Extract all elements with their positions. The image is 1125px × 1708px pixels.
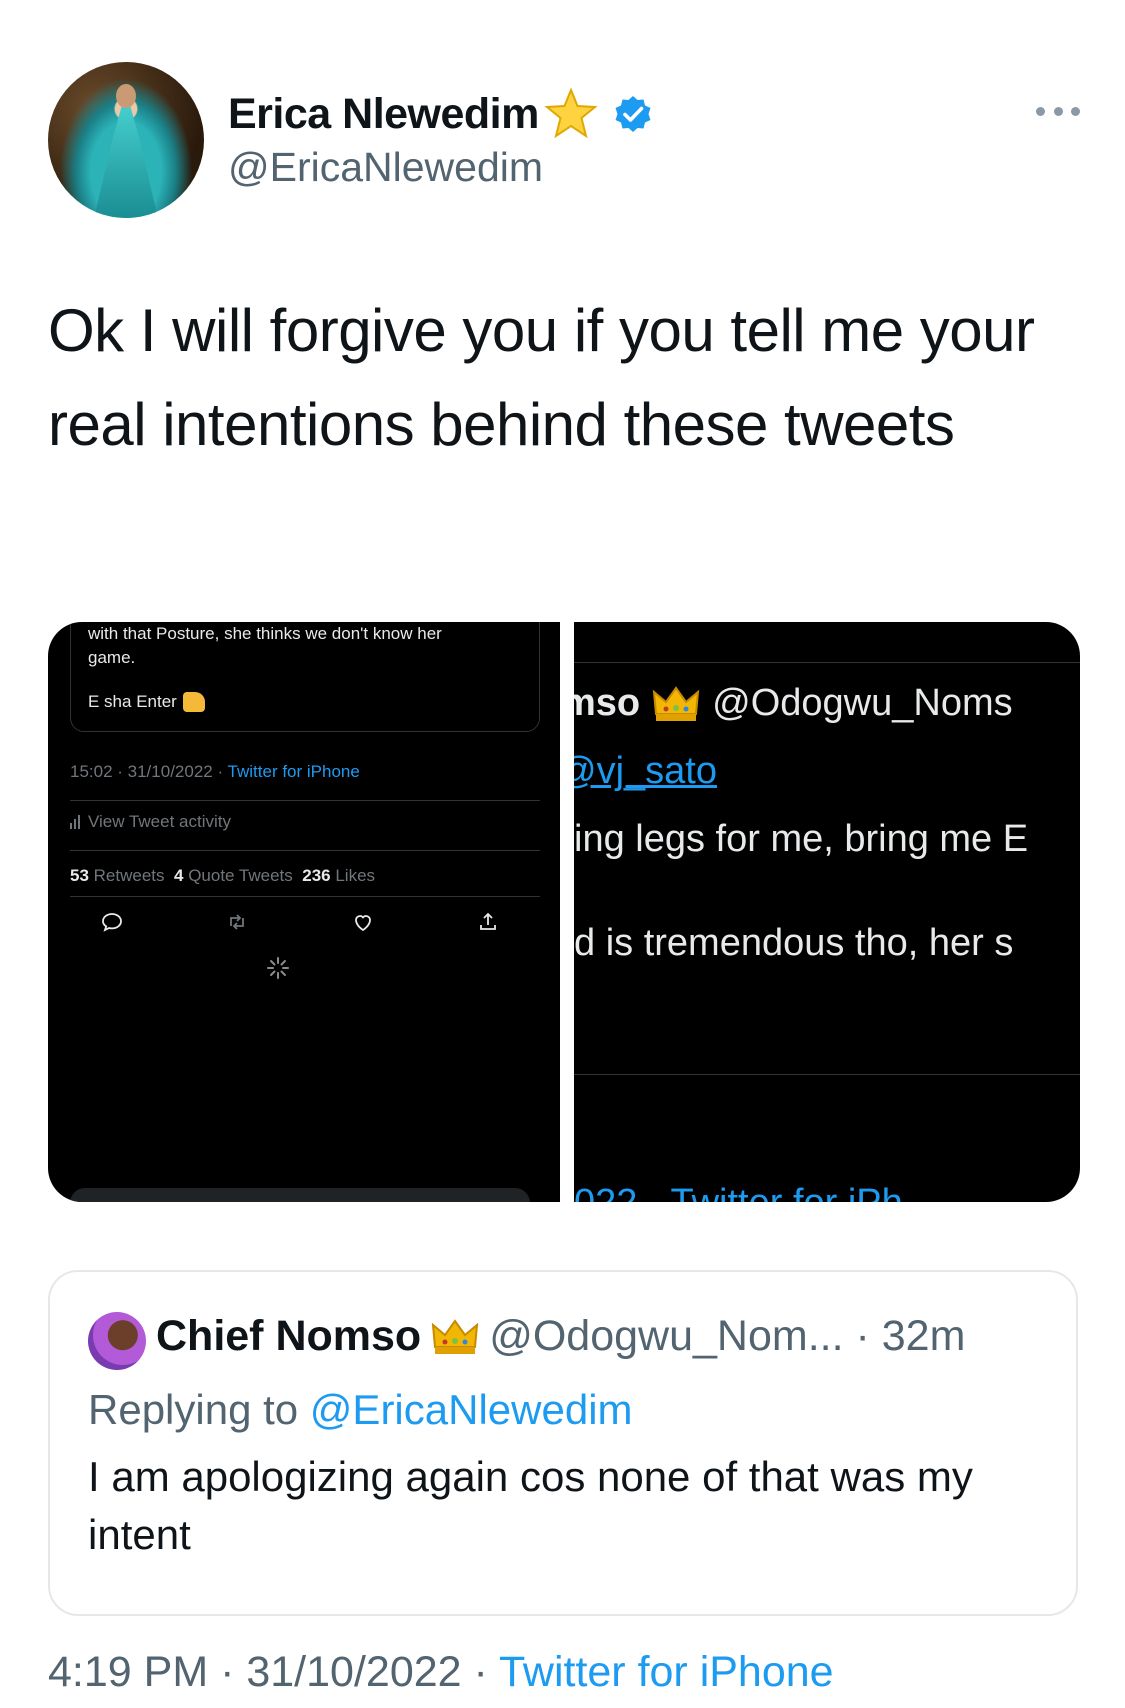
embedded-tweet-stats: 53 Retweets 4 Quote Tweets 236 Likes [70, 866, 376, 885]
tweet-text: Ok I will forgive you if you tell me you… [48, 297, 1035, 458]
replying-to-link[interactable]: @EricaNlewedim [310, 1386, 633, 1433]
verified-badge-icon [615, 96, 651, 132]
quoted-tweet-card[interactable]: Chief Nomso @Odogwu_Nom... · 32m Replyin… [48, 1270, 1078, 1616]
loading-spinner-icon [267, 957, 289, 979]
zoomed-meta-cut: 022 · Twitter for iPh [574, 1182, 903, 1202]
like-icon [354, 915, 371, 932]
retweet-icon [230, 914, 245, 930]
media-image-left[interactable]: with that Posture, she thinks we don't k… [48, 622, 560, 1202]
thumbs-up-icon [182, 692, 205, 712]
embedded-tweet-text-line1: with that Posture, she thinks we don't k… [88, 624, 442, 667]
zoomed-mention: @vj_sato [574, 750, 717, 792]
compose-bar [70, 1188, 530, 1202]
crown-icon [431, 1318, 479, 1354]
tweet-source-link[interactable]: Twitter for iPhone [499, 1648, 834, 1696]
replying-to: Replying to @EricaNlewedim [88, 1386, 633, 1433]
zoomed-text-line1: ing legs for me, bring me E [574, 818, 1029, 860]
view-activity-row: View Tweet activity [70, 812, 231, 832]
quoted-tweet-text: I am apologizing again cos none of that … [88, 1453, 973, 1558]
activity-bars-icon [70, 815, 80, 829]
author-avatar[interactable] [48, 62, 204, 218]
embedded-tweet-meta: 15:02 · 31/10/2022 · Twitter for iPhone [70, 762, 360, 781]
star-icon [544, 87, 598, 139]
author-display-name[interactable]: Erica Nlewedim [228, 90, 539, 139]
quoted-author-avatar[interactable] [88, 1312, 146, 1370]
zoomed-text-line2: d is tremendous tho, her s [574, 922, 1014, 964]
tweet-timestamp: 4:19 PM · 31/10/2022 · Twitter for iPhon… [48, 1648, 834, 1697]
author-handle[interactable]: @EricaNlewedim [228, 144, 543, 191]
quoted-author-handle-time[interactable]: @Odogwu_Nom... · 32m [489, 1312, 965, 1361]
media-image-right[interactable]: mso @Odogwu_Noms @vj_sato ing legs for m… [574, 622, 1080, 1202]
timestamp-date[interactable]: 4:19 PM · 31/10/2022 · [48, 1648, 499, 1696]
zoomed-author-row: mso @Odogwu_Noms [574, 682, 1013, 724]
reply-icon [102, 913, 122, 932]
more-options-icon[interactable] [1036, 104, 1080, 118]
tweet-media[interactable]: with that Posture, she thinks we don't k… [48, 622, 1080, 1202]
quoted-author-name[interactable]: Chief Nomso [156, 1312, 421, 1361]
author-name-row[interactable]: Erica Nlewedim [228, 86, 653, 142]
share-icon [480, 912, 496, 930]
quoted-author-row: Chief Nomso @Odogwu_Nom... · 32m [156, 1312, 965, 1361]
crown-icon [652, 685, 700, 721]
embedded-action-bar [100, 910, 500, 934]
embedded-tweet-text-line2: E sha Enter [88, 692, 205, 712]
